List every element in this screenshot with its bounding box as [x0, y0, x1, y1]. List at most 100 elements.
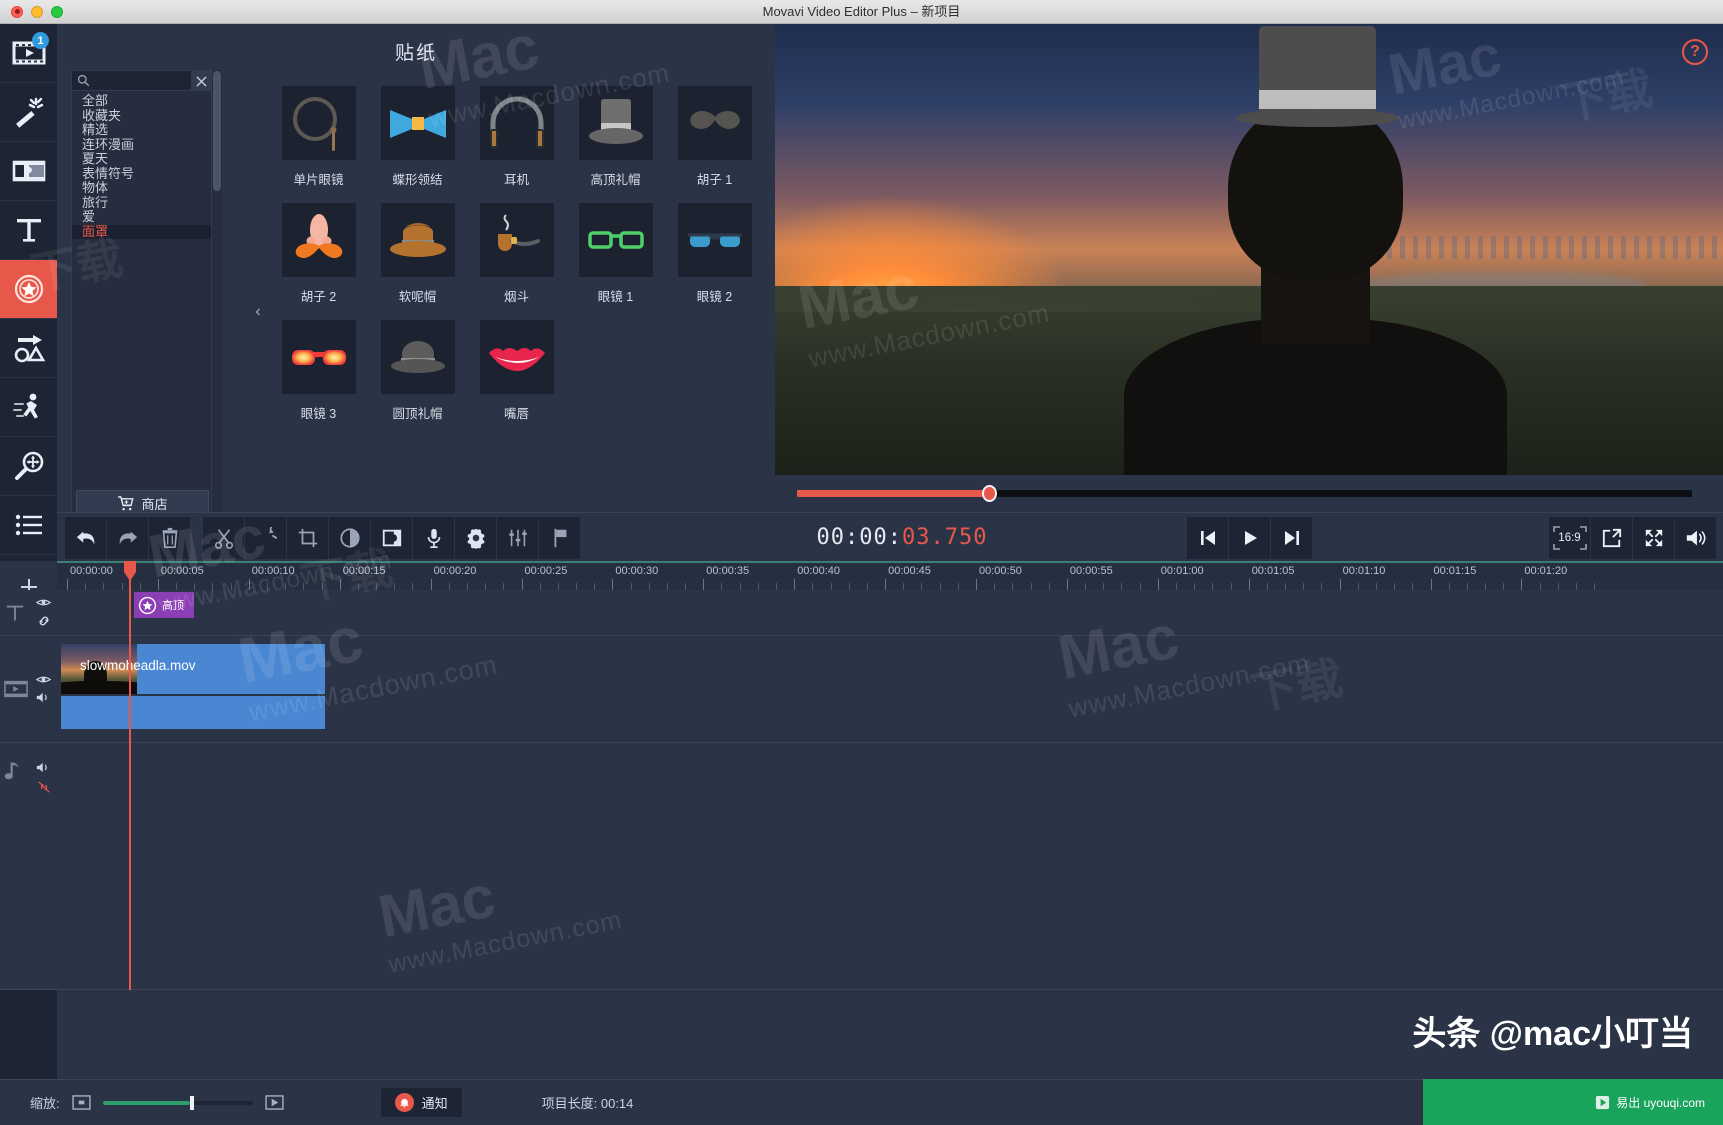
- timecode-ms: 03.750: [902, 524, 988, 550]
- sticker-star-icon: [138, 596, 157, 614]
- volume-button[interactable]: [1675, 516, 1717, 559]
- ruler-tick-mark: [994, 583, 996, 590]
- notifications-button[interactable]: 通知: [380, 1088, 462, 1117]
- ruler-tick-mark: [266, 583, 268, 590]
- video-frame[interactable]: ?: [775, 24, 1723, 475]
- sticker-clip-label: 高顶: [162, 600, 184, 612]
- play-button[interactable]: [1229, 516, 1272, 559]
- redo-button[interactable]: [107, 516, 149, 559]
- help-button[interactable]: ?: [1682, 39, 1708, 65]
- sticker-label: 高顶礼帽: [590, 173, 641, 187]
- sticker-item-mustache2[interactable]: 胡子 2: [269, 203, 368, 320]
- record-audio-button[interactable]: [413, 516, 455, 559]
- delete-button[interactable]: [149, 516, 191, 559]
- video-clip-audio-part[interactable]: [61, 696, 325, 729]
- seek-handle[interactable]: [981, 485, 997, 502]
- fullscreen-icon: [1645, 529, 1662, 546]
- marker-button[interactable]: [539, 516, 581, 559]
- eye-icon[interactable]: [36, 597, 51, 608]
- previous-frame-button[interactable]: [1187, 516, 1230, 559]
- cut-button[interactable]: [203, 516, 245, 559]
- rail-item-stickers[interactable]: [0, 260, 57, 319]
- aspect-ratio-button[interactable]: 16:9: [1549, 516, 1591, 559]
- category-search-bar[interactable]: [72, 71, 211, 91]
- rail-item-filters[interactable]: [0, 83, 57, 142]
- rail-item-more-tools[interactable]: [0, 496, 57, 555]
- seek-bar[interactable]: [797, 485, 1692, 502]
- crop-button[interactable]: [287, 516, 329, 559]
- category-item-emoji[interactable]: 表情符号: [72, 166, 211, 182]
- fedora-icon: [389, 223, 446, 257]
- sticker-clip[interactable]: 高顶: [134, 592, 194, 618]
- fullscreen-button[interactable]: [1633, 516, 1675, 559]
- category-item-summer[interactable]: 夏天: [72, 151, 211, 167]
- audio-mixer-button[interactable]: [497, 516, 539, 559]
- rail-item-callouts[interactable]: [0, 319, 57, 378]
- rail-item-transitions[interactable]: [0, 142, 57, 201]
- ruler-tick-label: 00:01:00: [1160, 565, 1204, 577]
- ruler-tick-mark: [1266, 583, 1268, 590]
- ruler-tick-mark: [121, 583, 123, 590]
- rail-item-import[interactable]: 1: [0, 24, 57, 83]
- category-item-all[interactable]: 全部: [72, 93, 211, 109]
- sticker-item-pipe[interactable]: 烟斗: [467, 203, 566, 320]
- sticker-item-lips[interactable]: 嘴唇: [467, 320, 566, 437]
- color-adjust-button[interactable]: [329, 516, 371, 559]
- ruler-tick-mark: [1521, 579, 1523, 590]
- sticker-label: 软呢帽: [398, 290, 437, 304]
- ruler-tick-mark: [557, 583, 559, 590]
- category-item-masks[interactable]: 面罩: [72, 224, 211, 239]
- rotate-button[interactable]: [245, 516, 287, 559]
- zoom-out-frame-icon[interactable]: [71, 1095, 91, 1110]
- crop-icon: [298, 528, 317, 547]
- link-icon[interactable]: [37, 614, 51, 628]
- zoom-slider-handle[interactable]: [189, 1095, 194, 1110]
- sticker-item-tophat[interactable]: 高顶礼帽: [566, 86, 665, 203]
- category-item-featured[interactable]: 精选: [72, 122, 211, 138]
- export-preview-button[interactable]: [1591, 516, 1633, 559]
- zoom-slider[interactable]: [102, 1095, 253, 1110]
- eye-icon[interactable]: [36, 674, 51, 685]
- window-title: Movavi Video Editor Plus – 新项目: [762, 3, 961, 19]
- sticker-item-headphones[interactable]: 耳机: [467, 86, 566, 203]
- category-item-travel[interactable]: 旅行: [72, 195, 211, 211]
- speaker-icon[interactable]: [36, 761, 51, 774]
- collapse-panel-button[interactable]: ‹: [249, 294, 267, 330]
- category-item-comics[interactable]: 连环漫画: [72, 137, 211, 153]
- ruler-tick-mark: [1212, 583, 1214, 590]
- ruler-tick-mark: [176, 583, 178, 590]
- playhead[interactable]: [129, 561, 131, 990]
- play-icon: [1244, 530, 1257, 545]
- sticker-item-monocle[interactable]: 单片眼镜: [269, 86, 368, 203]
- ruler-tick-mark: [830, 583, 832, 590]
- sticker-item-mustache1[interactable]: 胡子 1: [665, 86, 764, 203]
- timeline-ruler[interactable]: 00:00:00 00:00:05 00:00:10 00:00:15 00:00:20…: [57, 561, 1723, 590]
- unlink-icon[interactable]: [37, 780, 51, 794]
- clip-properties-button[interactable]: [455, 516, 497, 559]
- skip-back-icon: [1200, 530, 1215, 545]
- sticker-item-glasses-green[interactable]: 眼镜 1: [566, 203, 665, 320]
- speaker-icon[interactable]: [36, 691, 51, 704]
- undo-button[interactable]: [65, 516, 107, 559]
- clear-search-icon[interactable]: [191, 71, 211, 91]
- category-item-love[interactable]: 爱: [72, 209, 211, 225]
- ruler-tick-mark: [576, 583, 578, 590]
- sticker-item-bowler[interactable]: 圆顶礼帽: [368, 320, 467, 437]
- rail-item-titles[interactable]: [0, 201, 57, 260]
- sticker-item-glasses-blue[interactable]: 眼镜 2: [665, 203, 764, 320]
- category-item-favorites[interactable]: 收藏夹: [72, 108, 211, 124]
- sticker-label: 胡子 1: [696, 173, 733, 187]
- category-item-objects[interactable]: 物体: [72, 180, 211, 196]
- text-t-icon: [6, 605, 24, 620]
- rail-item-animation[interactable]: [0, 378, 57, 437]
- transition-button[interactable]: [371, 516, 413, 559]
- zoom-in-frame-icon[interactable]: [264, 1095, 284, 1110]
- category-scrollbar[interactable]: [212, 70, 222, 522]
- ruler-tick-mark: [812, 583, 814, 590]
- sticker-item-glasses-red[interactable]: 眼镜 3: [269, 320, 368, 437]
- next-frame-button[interactable]: [1271, 516, 1314, 559]
- sticker-item-fedora[interactable]: 软呢帽: [368, 203, 467, 320]
- rail-item-pan-zoom[interactable]: [0, 437, 57, 496]
- sticker-item-bowtie[interactable]: 蝶形领结: [368, 86, 467, 203]
- taskbar-chip[interactable]: 易出 uyouqi.com: [1587, 1085, 1717, 1119]
